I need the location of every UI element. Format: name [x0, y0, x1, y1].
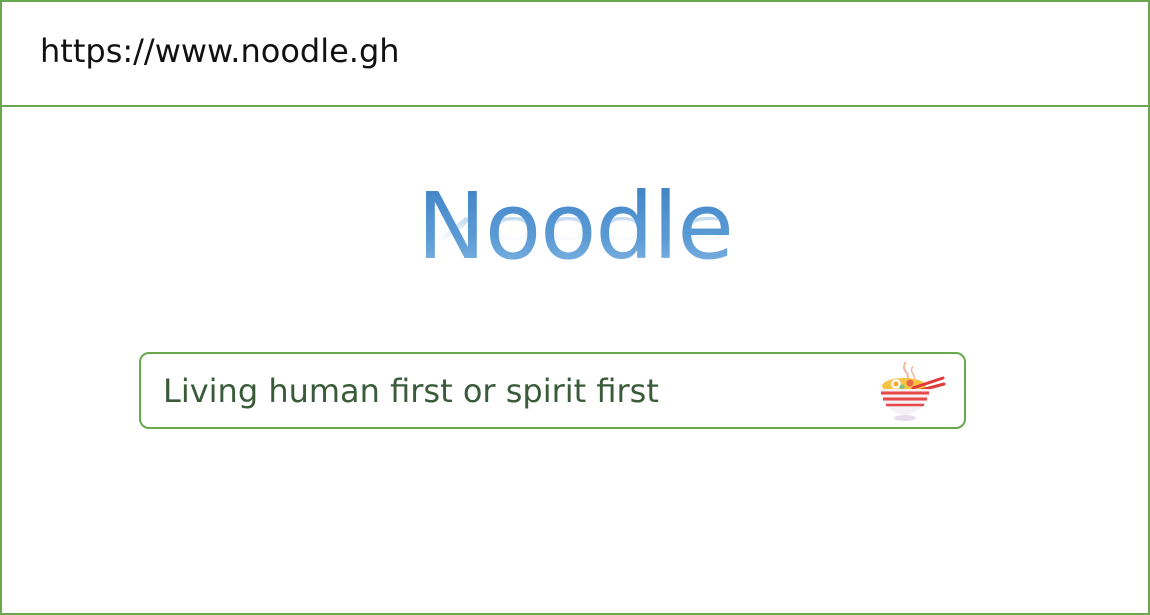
search-box[interactable] [139, 352, 966, 429]
search-input[interactable] [163, 366, 853, 416]
browser-window: https://www.noodle.gh Noodle Noodle [0, 0, 1150, 615]
logo-area: Noodle Noodle [2, 172, 1148, 322]
site-logo: Noodle Noodle [417, 172, 733, 282]
noodle-bowl-icon[interactable] [868, 356, 946, 426]
url-text[interactable]: https://www.noodle.gh [40, 32, 400, 70]
logo-text: Noodle [417, 173, 733, 280]
address-bar[interactable]: https://www.noodle.gh [2, 2, 1148, 107]
